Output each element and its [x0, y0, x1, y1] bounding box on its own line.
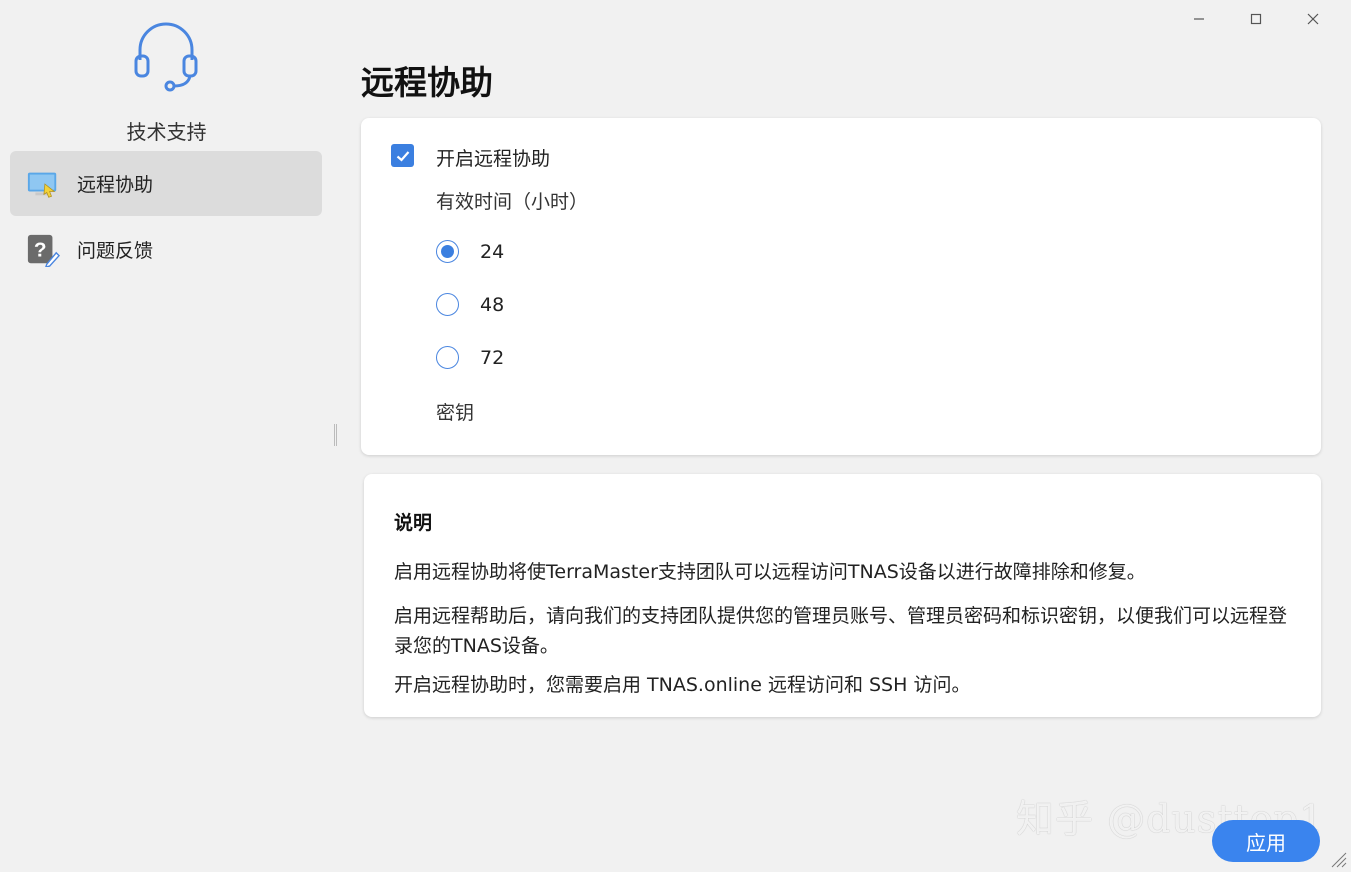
- info-paragraph: 启用远程帮助后，请向我们的支持团队提供您的管理员账号、管理员密码和标识密钥，以便…: [394, 605, 1288, 657]
- page-title: 远程协助: [361, 63, 493, 102]
- sidebar-item-remote-assist[interactable]: 远程协助: [10, 151, 322, 216]
- app-window: 技术支持 远程协助 ? 问题反馈 远程协助 开启远程协助 有效时间（小时） 24…: [0, 0, 1351, 872]
- radio-label: 72: [480, 346, 505, 369]
- radio-button[interactable]: [436, 293, 459, 316]
- apply-button[interactable]: 应用: [1212, 820, 1320, 862]
- app-title: 技术支持: [126, 120, 207, 144]
- duration-option-72[interactable]: 72: [436, 346, 504, 369]
- sidebar-item-label: 远程协助: [77, 174, 154, 196]
- sidebar: 技术支持 远程协助 ? 问题反馈: [0, 0, 333, 872]
- duration-option-24[interactable]: 24: [436, 240, 504, 263]
- help-icon: ?: [25, 232, 61, 268]
- info-paragraph: 开启远程协助时，您需要启用 TNAS.online 远程访问和 SSH 访问。: [394, 674, 971, 696]
- duration-label: 有效时间（小时）: [436, 191, 589, 213]
- info-paragraph: 启用远程协助将使TerraMaster支持团队可以远程访问TNAS设备以进行故障…: [394, 561, 1146, 583]
- minimize-icon: [1193, 18, 1204, 20]
- resize-grip-icon[interactable]: [1329, 850, 1347, 868]
- radio-label: 48: [480, 293, 505, 316]
- minimize-button[interactable]: [1170, 6, 1227, 32]
- enable-remote-assist-label: 开启远程协助: [436, 148, 551, 170]
- close-icon: [1307, 13, 1318, 25]
- radio-button[interactable]: [436, 240, 459, 263]
- key-label: 密钥: [436, 402, 475, 424]
- info-card: 说明 启用远程协助将使TerraMaster支持团队可以远程访问TNAS设备以进…: [364, 474, 1321, 717]
- settings-card: 开启远程协助 有效时间（小时） 24 48 72 密钥: [361, 118, 1321, 455]
- sidebar-splitter[interactable]: [334, 424, 337, 446]
- check-icon: [396, 150, 409, 162]
- radio-button[interactable]: [436, 346, 459, 369]
- window-controls: [1170, 6, 1341, 32]
- maximize-icon: [1250, 13, 1261, 25]
- monitor-icon: [25, 166, 61, 202]
- svg-text:?: ?: [34, 238, 47, 261]
- enable-remote-assist-checkbox[interactable]: [391, 144, 414, 167]
- sidebar-item-feedback[interactable]: ? 问题反馈: [10, 217, 322, 282]
- duration-option-48[interactable]: 48: [436, 293, 504, 316]
- close-button[interactable]: [1284, 6, 1341, 32]
- info-title: 说明: [394, 512, 433, 534]
- radio-label: 24: [480, 240, 505, 263]
- sidebar-item-label: 问题反馈: [77, 240, 154, 262]
- headset-icon: [134, 22, 198, 92]
- maximize-button[interactable]: [1227, 6, 1284, 32]
